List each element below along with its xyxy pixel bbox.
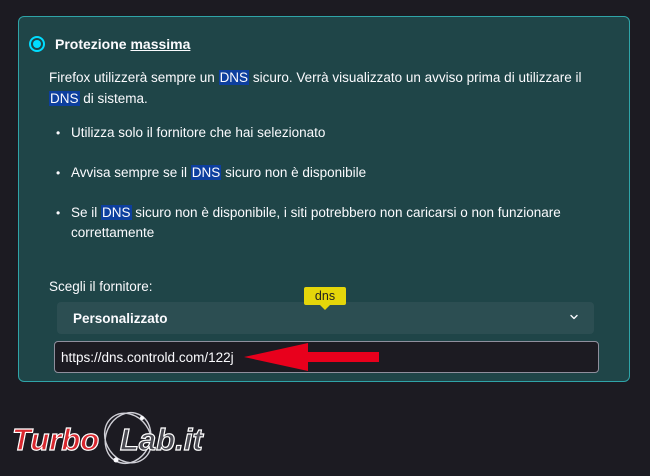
dns-highlight: DNS: [49, 91, 80, 106]
radio-selected-dot: [33, 40, 41, 48]
list-item: • Se il DNS sicuro non è disponibile, i …: [56, 203, 596, 243]
option-description: Firefox utilizzerà sempre un DNS sicuro.…: [49, 70, 582, 106]
bullet-dot: •: [56, 166, 61, 180]
bullet-dot: •: [56, 206, 61, 220]
dns-protection-panel: Protezione massima Firefox utilizzerà se…: [18, 16, 630, 382]
turbolab-watermark-logo: Turbo Lab.it: [11, 411, 205, 465]
provider-label: Scegli il fornitore:: [49, 279, 153, 294]
dns-highlight: DNS: [101, 205, 132, 220]
max-protection-option[interactable]: Protezione massima: [29, 36, 190, 52]
red-arrow-annotation: [244, 343, 379, 371]
provider-select-value: Personalizzato: [73, 310, 168, 326]
bullet-dot: •: [56, 126, 61, 140]
dns-tooltip: dns: [304, 287, 346, 310]
list-item: • Avvisa sempre se il DNS sicuro non è d…: [56, 163, 596, 183]
dns-highlight: DNS: [190, 165, 222, 180]
watermark-text-lab: Lab.it: [120, 422, 204, 457]
list-item: • Utilizza solo il fornitore che hai sel…: [56, 123, 596, 143]
max-protection-label[interactable]: Protezione massima: [55, 36, 190, 52]
chevron-down-icon: [570, 314, 578, 320]
dns-highlight: DNS: [218, 70, 250, 85]
max-protection-radio[interactable]: [29, 36, 45, 52]
watermark-text-turbo: Turbo: [12, 422, 99, 457]
